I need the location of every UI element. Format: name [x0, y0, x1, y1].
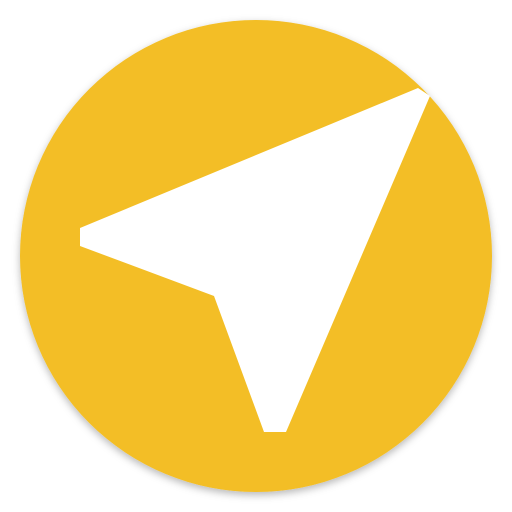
app-icon-canvas	[0, 0, 512, 512]
app-icon[interactable]	[0, 0, 512, 512]
